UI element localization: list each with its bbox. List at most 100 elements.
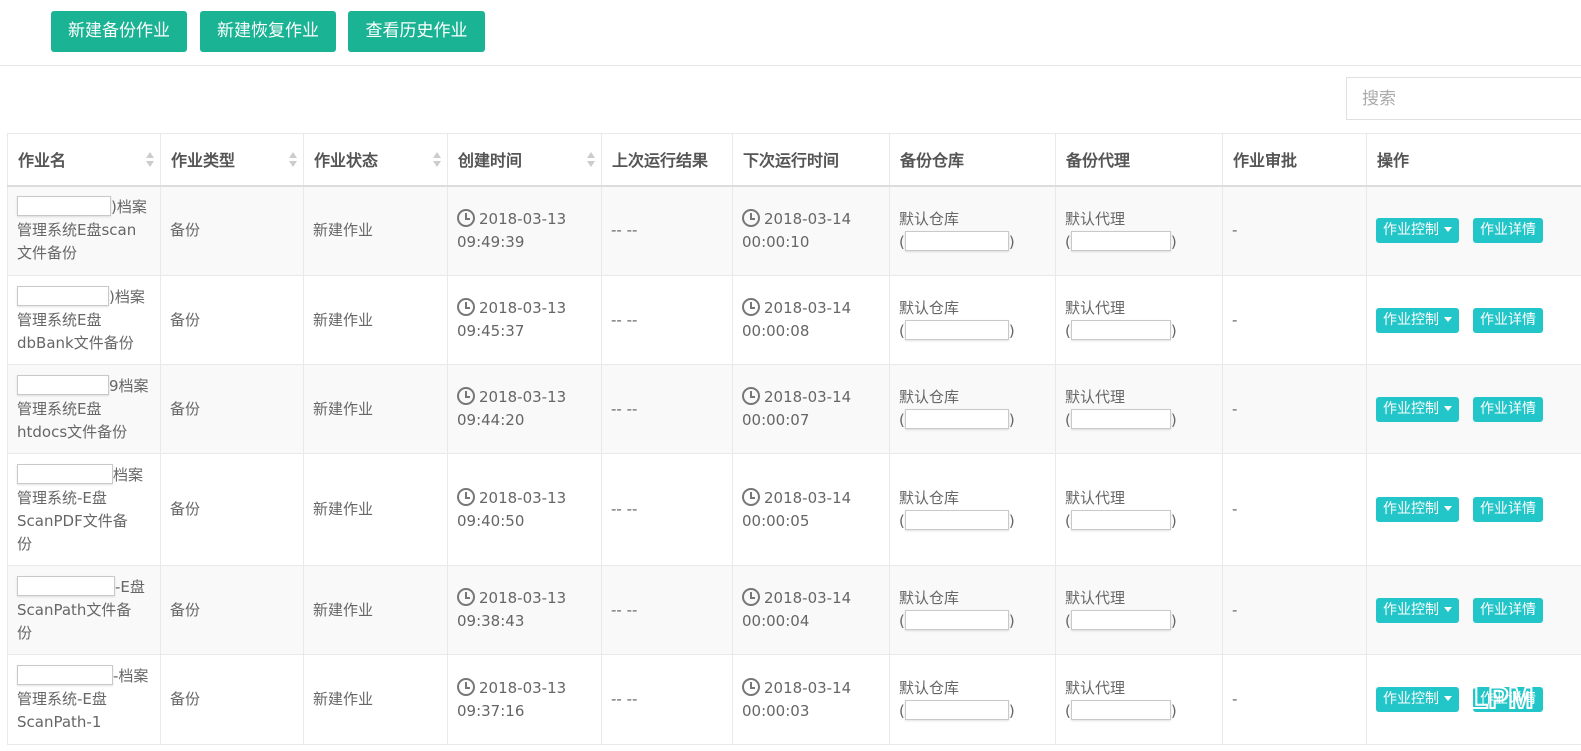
redacted-box <box>1070 699 1171 720</box>
redacted-box <box>1070 509 1171 530</box>
next-run-cell: 2018-03-14 00:00:04 <box>732 565 890 655</box>
redacted-box <box>904 610 1009 630</box>
job-status-cell: 新建作业 <box>303 453 448 566</box>
job-detail-button[interactable]: 作业详情 <box>1473 218 1543 244</box>
backup-agent-cell: 默认代理() <box>1055 275 1223 365</box>
job-name-cell: )档案管理系统E盘scan 文件备份 <box>7 185 161 276</box>
job-control-dropdown-button[interactable]: 作业控制 <box>1376 396 1459 422</box>
created-time-cell: 2018-03-13 09:40:50 <box>447 453 602 566</box>
job-name-cell: 档案 管理系统-E盘 ScanPDF文件备份 <box>7 453 161 566</box>
job-type-cell: 备份 <box>160 275 304 365</box>
table-row: -E盘 ScanPath文件备份备份 新建作业 2018-03-13 09:38:43-… <box>7 565 1581 655</box>
sort-icon[interactable] <box>146 152 154 168</box>
sort-icon[interactable] <box>587 152 595 168</box>
job-detail-button[interactable]: 作业详情 <box>1473 497 1543 522</box>
backup-agent-cell: 默认代理() <box>1055 364 1223 454</box>
last-result-cell: -- -- <box>601 453 733 566</box>
job-name-cell: -E盘 ScanPath文件备份 <box>7 565 161 655</box>
next-run-cell: 2018-03-14 00:00:10 <box>732 185 890 276</box>
last-result-cell: -- -- <box>601 565 733 655</box>
column-header-backup-repo: 备份仓库 <box>889 133 1056 187</box>
job-name-suffix: -E盘 <box>115 577 145 596</box>
job-control-dropdown-button[interactable]: 作业控制 <box>1376 687 1459 712</box>
column-header-job-type[interactable]: 作业类型 <box>160 133 304 187</box>
backup-repo-cell: 默认仓库() <box>889 185 1056 276</box>
view-history-jobs-button[interactable]: 查看历史作业 <box>348 11 485 52</box>
job-control-dropdown-button[interactable]: 作业控制 <box>1376 307 1459 333</box>
column-header-last-result: 上次运行结果 <box>601 133 733 187</box>
job-control-dropdown-button[interactable]: 作业控制 <box>1376 218 1459 244</box>
redacted-box <box>904 230 1009 251</box>
actions-cell: 作业控制 作业详情 <box>1366 185 1581 276</box>
created-time-cell: 2018-03-13 09:37:16 <box>447 654 602 745</box>
job-name-suffix: 9档案 <box>109 376 149 395</box>
job-name-cell: )档案 管理系统E盘 dbBank文件备份 <box>7 275 161 365</box>
job-name-suffix: )档案 <box>111 198 147 217</box>
caret-down-icon <box>1444 696 1452 701</box>
sort-icon[interactable] <box>289 152 297 168</box>
column-header-job-name[interactable]: 作业名 <box>7 133 161 187</box>
approval-cell: - <box>1222 654 1367 745</box>
job-name-suffix: 档案 <box>113 465 144 484</box>
caret-down-icon <box>1444 227 1452 233</box>
clock-icon <box>457 298 475 316</box>
job-detail-button[interactable]: 作业详情 <box>1473 307 1543 333</box>
clock-icon <box>457 677 475 696</box>
backup-repo-cell: 默认仓库() <box>889 565 1056 655</box>
last-result-cell: -- -- <box>601 275 733 365</box>
backup-repo-cell: 默认仓库() <box>889 654 1056 745</box>
job-name-line: 管理系统E盘scan <box>17 221 137 240</box>
backup-agent-cell: 默认代理() <box>1055 654 1223 745</box>
created-time-cell: 2018-03-13 09:45:37 <box>447 275 602 365</box>
new-restore-job-button[interactable]: 新建恢复作业 <box>200 11 336 52</box>
sort-icon[interactable] <box>433 152 441 168</box>
next-run-cell: 2018-03-14 00:00:08 <box>732 275 890 365</box>
clock-icon <box>742 387 760 405</box>
search-input[interactable] <box>1346 77 1581 120</box>
last-result-cell: -- -- <box>601 654 733 745</box>
redacted-box <box>17 285 109 306</box>
created-time-cell: 2018-03-13 09:44:20 <box>447 364 602 454</box>
redacted-box <box>1070 409 1171 429</box>
column-header-backup-agent: 备份代理 <box>1055 133 1223 187</box>
new-backup-job-button[interactable]: 新建备份作业 <box>51 11 187 52</box>
redacted-box <box>1070 230 1171 251</box>
job-control-dropdown-button[interactable]: 作业控制 <box>1376 497 1459 522</box>
job-control-dropdown-button[interactable]: 作业控制 <box>1376 597 1459 623</box>
job-type-cell: 备份 <box>160 364 304 454</box>
next-run-cell: 2018-03-14 00:00:05 <box>732 453 890 566</box>
job-status-cell: 新建作业 <box>303 654 448 745</box>
redacted-box <box>17 463 113 484</box>
last-result-cell: -- -- <box>601 364 733 454</box>
job-name-line: ScanPath文件备 <box>17 600 132 619</box>
job-name-line: 管理系统E盘 <box>17 399 102 418</box>
redacted-box <box>904 699 1009 720</box>
redacted-box <box>17 374 109 395</box>
backup-agent-cell: 默认代理() <box>1055 185 1223 276</box>
approval-cell: - <box>1222 185 1367 276</box>
clock-icon <box>457 487 475 506</box>
job-name-suffix: -档案 <box>113 667 149 685</box>
created-time-cell: 2018-03-13 09:49:39 <box>447 185 602 276</box>
watermark-text: LPM <box>1470 682 1533 715</box>
job-status-cell: 新建作业 <box>303 275 448 365</box>
redacted-box <box>17 196 111 217</box>
last-result-cell: -- -- <box>601 185 733 276</box>
job-type-cell: 备份 <box>160 453 304 566</box>
job-name-line: htdocs文件备份 <box>17 422 128 441</box>
actions-cell: 作业控制 作业详情 <box>1366 364 1581 454</box>
table-row: 9档案 管理系统E盘 htdocs文件备份 备份 新建作业 2018-03-13 09:44… <box>7 364 1581 454</box>
job-name-line: ScanPDF文件备 <box>17 511 128 530</box>
job-detail-button[interactable]: 作业详情 <box>1473 597 1543 623</box>
column-header-created-time[interactable]: 创建时间 <box>447 133 602 187</box>
job-status-cell: 新建作业 <box>303 565 448 655</box>
caret-down-icon <box>1444 316 1452 322</box>
job-detail-button[interactable]: 作业详情 <box>1473 396 1543 422</box>
job-status-cell: 新建作业 <box>303 185 448 276</box>
redacted-box <box>1070 610 1171 630</box>
actions-cell: 作业控制 作业详情 <box>1366 565 1581 655</box>
redacted-box <box>904 509 1009 530</box>
approval-cell: - <box>1222 453 1367 566</box>
column-header-job-status[interactable]: 作业状态 <box>303 133 448 187</box>
job-name-line: 文件备份 <box>17 244 78 263</box>
